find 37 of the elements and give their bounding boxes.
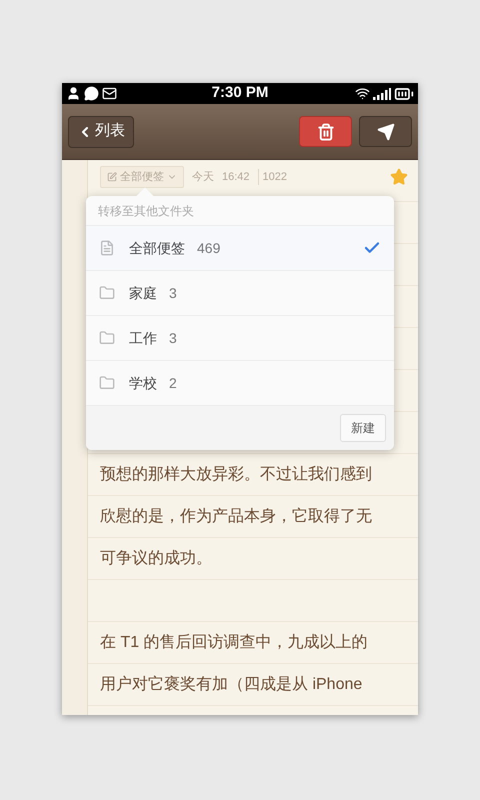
paper-plane-icon [376,122,394,140]
wifi-icon [355,86,370,101]
word-count: 1022 [258,168,288,186]
folder-count: 3 [169,284,177,302]
clock-time: 7:30 PM [210,83,270,104]
folder-name: 家庭 [129,284,157,302]
chat-bubble-icon [84,86,99,101]
folder-item[interactable]: 工作 3 [86,316,394,361]
note-text-line: 用户对它褒奖有加（四成是从 iPhone [100,674,364,695]
folder-name: 学校 [129,374,157,392]
note-text-line: 欣慰的是，作为产品本身，它取得了无 [100,506,373,527]
star-icon[interactable] [390,168,408,186]
trash-icon [316,122,334,140]
back-button[interactable]: 列表 [68,116,134,148]
folder-name: 工作 [129,328,157,348]
edit-icon [107,172,117,182]
mail-icon [102,86,117,101]
contacts-icon [66,86,81,101]
note-text-line: 可争议的成功。 [100,548,213,569]
folder-item[interactable]: 家庭 3 [86,271,394,316]
delete-button[interactable] [299,116,352,147]
signal-icon [373,88,391,100]
folder-item[interactable]: 全部便签 469 [86,226,394,271]
folder-count: 2 [169,374,177,392]
folder-icon [99,375,115,391]
folder-name: 全部便签 [129,238,185,258]
send-button[interactable] [359,116,412,147]
folder-icon [99,285,115,301]
folder-count: 3 [169,328,177,348]
note-time: 16:42 [222,170,250,185]
note-date: 今天 [192,170,214,185]
notes-icon [99,240,115,256]
note-text-line: 在 T1 的售后回访调查中，九成以上的 [100,632,369,653]
folder-count: 469 [197,238,220,258]
new-folder-button[interactable]: 新建 [340,414,386,442]
note-text-line: 预想的那样大放异彩。不过让我们感到 [100,464,373,485]
folder-icon [99,330,115,346]
